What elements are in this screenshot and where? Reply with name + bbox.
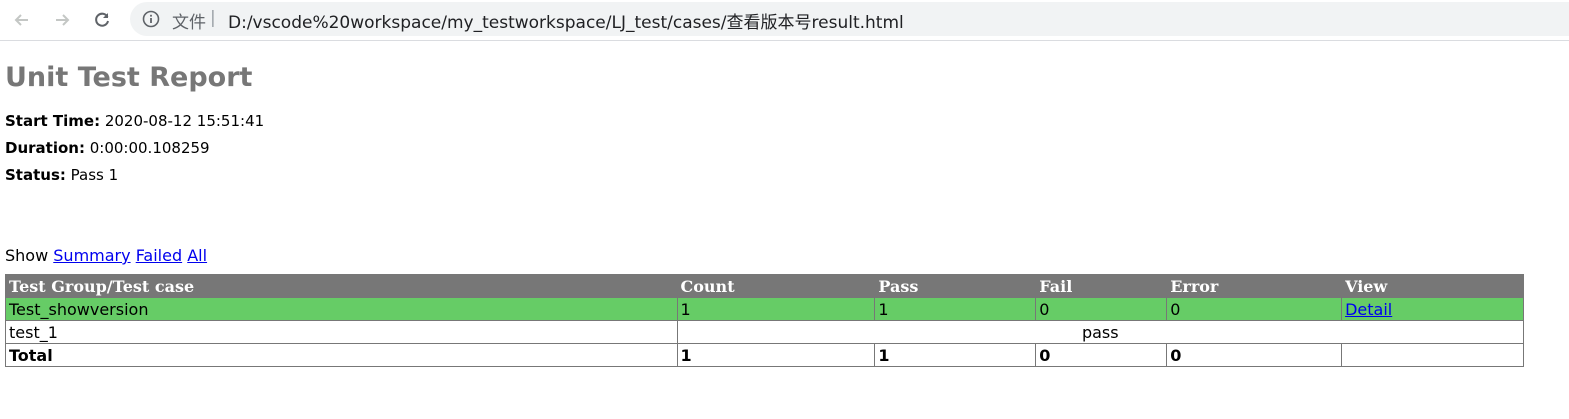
status-label: Status: (5, 166, 66, 184)
report-meta: Start Time: 2020-08-12 15:51:41 Duration… (5, 108, 1545, 189)
table-row-group: Test_showversion 1 1 0 0 Detail (5, 297, 1524, 321)
report-title: Unit Test Report (5, 62, 253, 93)
all-link[interactable]: All (187, 246, 207, 265)
reload-button[interactable] (89, 7, 115, 33)
group-view-cell: Detail (1341, 297, 1524, 321)
reload-icon (95, 12, 109, 27)
browser-toolbar: 文件 | D:/vscode%20workspace/my_testworksp… (0, 0, 1569, 41)
url-separator: | (210, 8, 216, 28)
show-label: Show (5, 246, 49, 265)
detail-link[interactable]: Detail (1345, 300, 1392, 319)
start-time-value: 2020-08-12 15:51:41 (104, 112, 265, 130)
start-time-line: Start Time: 2020-08-12 15:51:41 (5, 108, 1545, 135)
table-row-case: test_1 pass (5, 320, 1525, 344)
group-pass: 1 (874, 297, 1037, 321)
total-count: 1 (676, 343, 876, 367)
report: Unit Test Report Start Time: 2020-08-12 … (5, 40, 1545, 266)
summary-link[interactable]: Summary (53, 246, 130, 265)
group-error: 0 (1166, 297, 1343, 321)
arrow-left-icon (14, 14, 28, 26)
table-row-total: Total 1 1 0 0 (5, 343, 1524, 367)
group-count: 1 (676, 297, 876, 321)
total-pass: 1 (874, 343, 1037, 367)
failed-link[interactable]: Failed (136, 246, 182, 265)
duration-label: Duration: (5, 139, 85, 157)
header-error: Error (1166, 274, 1343, 298)
back-button[interactable] (9, 7, 35, 33)
header-test-case: Test Group/Test case (5, 274, 678, 298)
header-count: Count (676, 274, 876, 298)
group-fail: 0 (1035, 297, 1168, 321)
show-filter: Show Summary Failed All (5, 246, 1545, 266)
case-name: test_1 (5, 320, 678, 344)
table-header-row: Test Group/Test case Count Pass Fail Err… (5, 274, 1524, 298)
address-bar[interactable]: 文件 | D:/vscode%20workspace/my_testworksp… (130, 2, 1569, 36)
header-fail: Fail (1035, 274, 1168, 298)
group-name: Test_showversion (5, 297, 678, 321)
total-error: 0 (1166, 343, 1343, 367)
arrow-right-icon (56, 14, 70, 26)
total-label: Total (5, 343, 678, 367)
header-pass: Pass (874, 274, 1037, 298)
total-view (1341, 343, 1524, 367)
total-fail: 0 (1035, 343, 1168, 367)
duration-line: Duration: 0:00:00.108259 (5, 135, 1545, 162)
info-icon[interactable] (142, 10, 160, 28)
status-line: Status: Pass 1 (5, 162, 1545, 189)
duration-value: 0:00:00.108259 (89, 139, 210, 157)
case-status[interactable]: pass (676, 320, 1525, 344)
start-time-label: Start Time: (5, 112, 101, 130)
url-text[interactable]: D:/vscode%20workspace/my_testworkspace/L… (228, 8, 904, 33)
site-label: 文件 (172, 13, 206, 33)
status-value: Pass 1 (70, 166, 119, 184)
header-view: View (1341, 274, 1524, 298)
result-table: Test Group/Test case Count Pass Fail Err… (5, 274, 1525, 367)
forward-button[interactable] (49, 7, 75, 33)
